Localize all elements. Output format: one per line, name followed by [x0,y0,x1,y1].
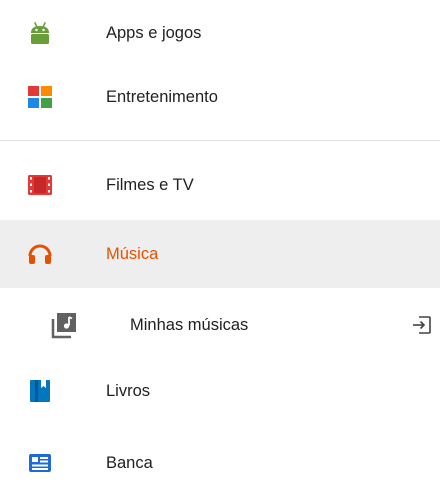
menu-item-apps-and-games[interactable]: Apps e jogos [0,0,440,66]
menu-item-movies-and-tv[interactable]: Filmes e TV [0,152,440,218]
menu-item-books[interactable]: Livros [0,358,440,424]
menu-item-label: Entretenimento [106,88,218,106]
menu-divider [0,140,440,141]
music-library-icon [50,311,78,339]
menu-item-label: Minhas músicas [130,316,249,334]
newsstand-icon [26,449,54,477]
menu-item-label: Filmes e TV [106,176,194,194]
menu-item-my-music[interactable]: Minhas músicas [0,292,440,358]
menu-item-label: Livros [106,382,151,400]
menu-item-label: Música [106,245,159,263]
menu-item-music[interactable]: Música [0,220,440,288]
menu-item-label: Apps e jogos [106,24,202,42]
play-store-drawer-menu: Apps e jogos Entretenimento Filmes e TV … [0,0,440,500]
menu-item-label: Banca [106,454,153,472]
menu-item-entertainment[interactable]: Entretenimento [0,64,440,130]
book-icon [26,377,54,405]
headphones-icon [26,239,54,267]
open-in-app-icon[interactable] [410,313,434,337]
film-strip-icon [26,171,54,199]
menu-item-newsstand[interactable]: Banca [0,430,440,496]
entertainment-tiles-icon [26,83,54,111]
android-robot-icon [26,19,54,47]
